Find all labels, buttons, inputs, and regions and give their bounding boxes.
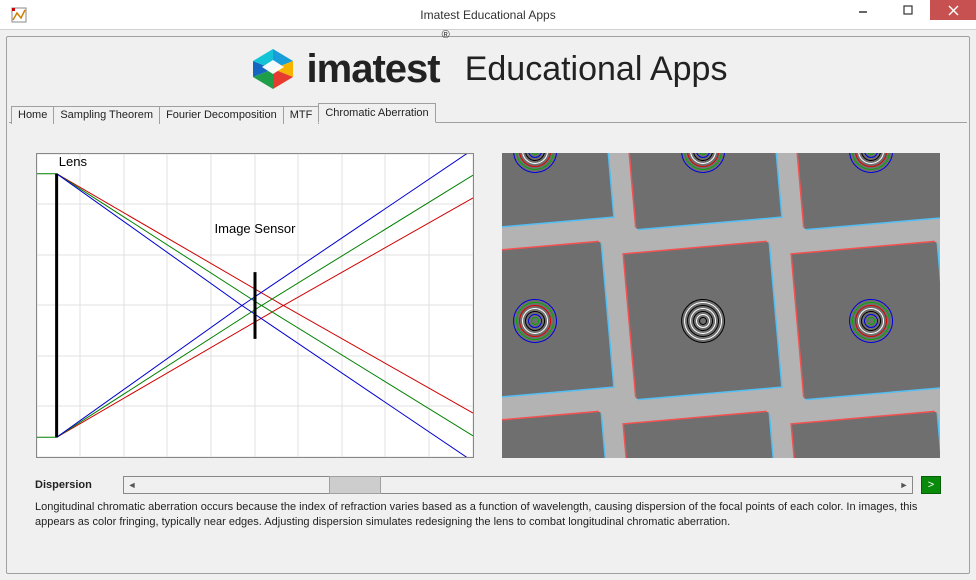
preview-tile	[792, 412, 940, 458]
preview-tile	[502, 242, 613, 399]
main-panel: imatest® Educational Apps Home Sampling …	[6, 36, 970, 574]
image-sensor-label: Image Sensor	[215, 221, 297, 236]
preview-tile	[624, 242, 781, 399]
slider-right-arrow-icon[interactable]: ►	[896, 477, 912, 493]
tab-home[interactable]: Home	[11, 106, 54, 124]
brand-name: imatest®	[307, 47, 447, 92]
tab-content: Lens Image Sensor Dispersion ◄ ► > Longi…	[9, 123, 967, 534]
slider-track[interactable]	[140, 477, 896, 493]
tab-bar: Home Sampling Theorem Fourier Decomposit…	[9, 102, 967, 123]
imatest-logo-icon	[249, 45, 297, 93]
maximize-button[interactable]	[885, 0, 930, 20]
close-button[interactable]	[930, 0, 976, 20]
description-text: Longitudinal chromatic aberration occurs…	[19, 494, 957, 530]
registered-mark: ®	[442, 29, 449, 41]
preview-tile	[624, 153, 781, 229]
dispersion-slider[interactable]: ◄ ►	[123, 476, 913, 494]
tab-mtf[interactable]: MTF	[283, 106, 320, 124]
titlebar: Imatest Educational Apps	[0, 0, 976, 30]
window-body: imatest® Educational Apps Home Sampling …	[0, 30, 976, 580]
window-title: Imatest Educational Apps	[0, 8, 976, 22]
app-icon	[8, 4, 30, 26]
slider-thumb[interactable]	[329, 476, 381, 494]
tab-chromatic-aberration[interactable]: Chromatic Aberration	[318, 103, 435, 123]
preview-tile	[502, 153, 613, 229]
preview-tile	[792, 242, 940, 399]
preview-tile	[624, 412, 781, 458]
preview-tile	[792, 153, 940, 229]
ray-diagram-plot: Lens Image Sensor	[36, 153, 474, 458]
branding: imatest® Educational Apps	[9, 45, 967, 98]
tab-fourier-decomposition[interactable]: Fourier Decomposition	[159, 106, 284, 124]
tab-sampling-theorem[interactable]: Sampling Theorem	[53, 106, 160, 124]
image-preview	[502, 153, 940, 458]
preview-tile	[502, 412, 613, 458]
minimize-button[interactable]	[840, 0, 885, 20]
slider-left-arrow-icon[interactable]: ◄	[124, 477, 140, 493]
lens-label: Lens	[59, 154, 88, 169]
window-controls	[840, 0, 976, 29]
dispersion-label: Dispersion	[35, 479, 115, 491]
play-button[interactable]: >	[921, 476, 941, 494]
brand-subtitle: Educational Apps	[465, 50, 728, 89]
